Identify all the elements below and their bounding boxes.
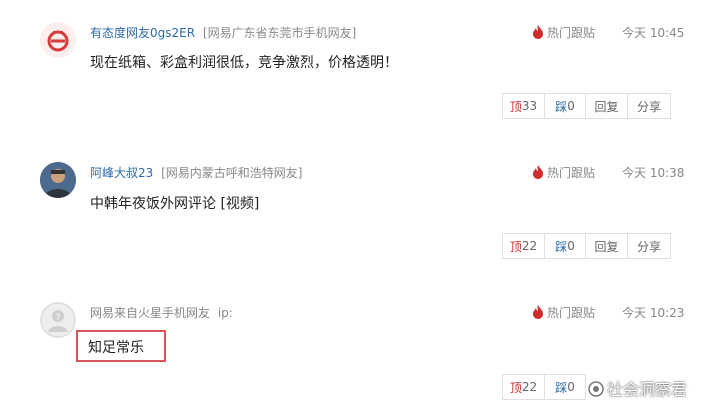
- username-link[interactable]: 有态度网友0gs2ER: [90, 26, 195, 40]
- hot-label: 热门跟贴: [547, 26, 596, 40]
- avatar[interactable]: [40, 22, 76, 58]
- comment-text: 中韩年夜饭外网评论 [视频]: [90, 196, 260, 212]
- comment-time: 今天 10:45: [622, 26, 685, 40]
- downvote-count: 0: [567, 99, 575, 113]
- hot-label: 热门跟贴: [547, 166, 596, 180]
- comment-meta: 有态度网友0gs2ER [网易广东省东莞市手机网友]: [90, 24, 356, 41]
- comment-actions: 顶 22 踩0 回复 分享: [502, 233, 671, 259]
- downvote-count: 0: [567, 380, 575, 394]
- upvote-label: 顶: [509, 239, 522, 254]
- user-location: [网易广东省东莞市手机网友]: [202, 26, 357, 40]
- upvote-count: 33: [521, 99, 538, 113]
- upvote-button[interactable]: 顶 22: [502, 233, 545, 259]
- comment-meta: 网易来自火星手机网友 ip:: [90, 304, 233, 321]
- hot-label: 热门跟贴: [547, 306, 596, 320]
- watermark-logo-icon: [588, 381, 604, 397]
- share-button[interactable]: 分享: [627, 93, 671, 119]
- comment-actions: 顶 33 踩0 回复 分享: [502, 93, 671, 119]
- upvote-label: 顶: [509, 380, 522, 395]
- user-location: ip:: [217, 306, 233, 320]
- avatar[interactable]: ?: [40, 302, 76, 338]
- comment-time: 今天 10:38: [622, 166, 685, 180]
- share-button[interactable]: 分享: [627, 233, 671, 259]
- downvote-button[interactable]: 踩0: [544, 93, 586, 119]
- upvote-label: 顶: [509, 99, 522, 114]
- downvote-button[interactable]: 踩0: [544, 233, 586, 259]
- comment-actions: 顶 22 踩0: [502, 374, 586, 400]
- comment-time: 今天 10:23: [622, 306, 685, 320]
- upvote-button[interactable]: 顶 22: [502, 374, 545, 400]
- username-link[interactable]: 网易来自火星手机网友: [90, 306, 210, 320]
- reply-button[interactable]: 回复: [585, 233, 628, 259]
- user-location: [网易内蒙古呼和浩特网友]: [161, 166, 303, 180]
- avatar[interactable]: [40, 162, 76, 198]
- hot-badge: 热门跟贴: [532, 304, 595, 321]
- comment-text: 知足常乐: [88, 340, 144, 356]
- downvote-label: 踩: [555, 239, 568, 254]
- watermark: 社会洞察君: [588, 376, 687, 400]
- downvote-button[interactable]: 踩0: [544, 374, 586, 400]
- flame-icon: [533, 25, 543, 39]
- downvote-count: 0: [567, 239, 575, 253]
- comment-text: 现在纸箱、彩盒利润很低，竞争激烈，价格透明！: [90, 55, 398, 71]
- svg-text:?: ?: [56, 313, 61, 323]
- downvote-label: 踩: [555, 99, 568, 114]
- upvote-count: 22: [521, 239, 538, 253]
- upvote-button[interactable]: 顶 33: [502, 93, 545, 119]
- username-link[interactable]: 阿峰大叔23: [90, 166, 153, 180]
- flame-icon: [533, 165, 543, 179]
- comment-meta: 阿峰大叔23 [网易内蒙古呼和浩特网友]: [90, 164, 302, 181]
- user-photo-icon: [40, 162, 76, 198]
- netease-logo-icon: [40, 22, 76, 58]
- flame-icon: [533, 305, 543, 319]
- hot-badge: 热门跟贴: [532, 164, 595, 181]
- hot-badge: 热门跟贴: [532, 24, 595, 41]
- downvote-label: 踩: [555, 380, 568, 395]
- reply-button[interactable]: 回复: [585, 93, 628, 119]
- upvote-count: 22: [521, 380, 538, 394]
- anonymous-user-icon: ?: [40, 302, 76, 338]
- watermark-text: 社会洞察君: [607, 380, 688, 399]
